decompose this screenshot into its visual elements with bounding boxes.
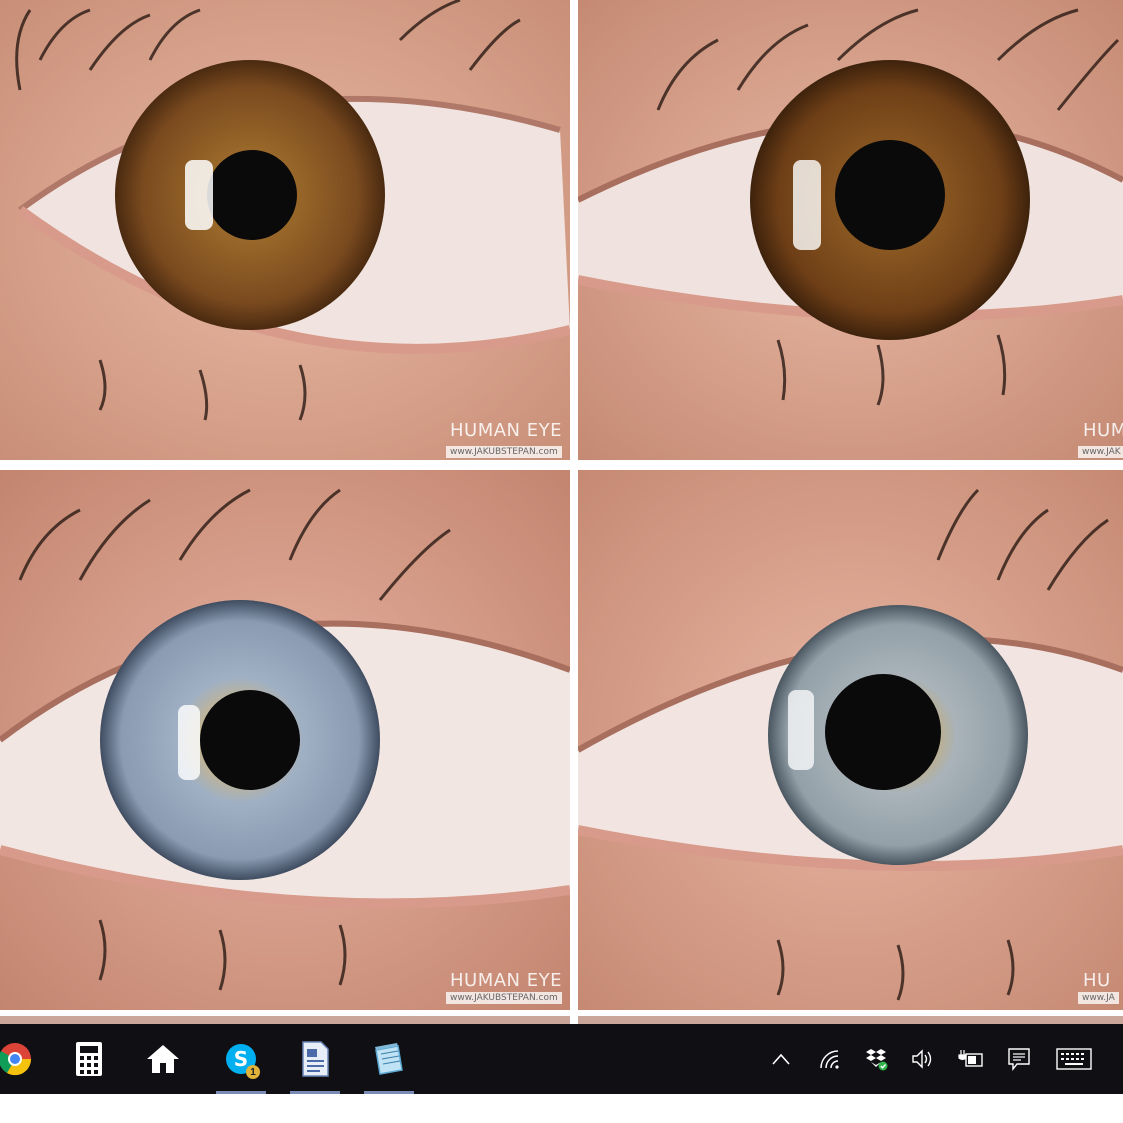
- tray-show-hidden-icons[interactable]: [766, 1044, 796, 1074]
- watermark-url: www.JAK: [1078, 446, 1123, 458]
- eye-photo-2: HUM www.JAK: [578, 0, 1123, 460]
- taskbar-app-chrome[interactable]: [0, 1024, 44, 1094]
- volume-icon: [912, 1049, 932, 1069]
- watermark-title: HU: [1083, 970, 1111, 991]
- calculator-icon: [76, 1042, 102, 1076]
- keyboard-icon: [1056, 1048, 1092, 1070]
- chrome-icon: [0, 1043, 32, 1076]
- eye-photo-3: HUMAN EYE www.JAKUBSTEPAN.com: [0, 470, 570, 1010]
- eye-photo-1: HUMAN EYE www.JAKUBSTEPAN.com: [0, 0, 570, 460]
- notepad-icon: [375, 1043, 403, 1075]
- home-icon: [147, 1045, 179, 1073]
- document-viewer-icon: [302, 1041, 329, 1077]
- battery-icon: [958, 1050, 983, 1067]
- wifi-icon: [820, 1050, 839, 1069]
- watermark-url: www.JAKUBSTEPAN.com: [446, 446, 562, 458]
- taskbar-app-notepad[interactable]: [360, 1024, 418, 1094]
- tray-volume[interactable]: [908, 1044, 938, 1074]
- watermark-title: HUMAN EYE: [450, 970, 562, 991]
- eye-image: [0, 470, 570, 1010]
- watermark-title: HUMAN EYE: [450, 420, 562, 441]
- watermark-url: www.JAKUBSTEPAN.com: [446, 992, 562, 1004]
- photo-strip-left: [0, 1016, 570, 1024]
- dropbox-icon: [866, 1049, 888, 1071]
- eye-photo-4: HU www.JA: [578, 470, 1123, 1010]
- taskbar: S 1: [0, 1024, 1123, 1094]
- taskbar-app-document-viewer[interactable]: [286, 1024, 344, 1094]
- tray-power[interactable]: [956, 1044, 986, 1074]
- notifications-icon: [1008, 1048, 1030, 1071]
- taskbar-app-skype[interactable]: S 1: [212, 1024, 270, 1094]
- tray-wifi[interactable]: [814, 1044, 844, 1074]
- watermark-title: HUM: [1083, 420, 1123, 441]
- eye-image: [578, 0, 1123, 460]
- watermark-url: www.JA: [1078, 992, 1119, 1004]
- tray-touch-keyboard[interactable]: [1054, 1044, 1094, 1074]
- tray-dropbox[interactable]: [862, 1044, 892, 1074]
- chevron-up-icon: [772, 1053, 790, 1065]
- taskbar-app-home[interactable]: [134, 1024, 192, 1094]
- eye-image: [0, 0, 570, 460]
- tray-action-center[interactable]: [1004, 1044, 1034, 1074]
- photo-strip-right: [578, 1016, 1123, 1024]
- taskbar-app-calculator[interactable]: [60, 1024, 118, 1094]
- skype-notification-badge: 1: [246, 1065, 260, 1079]
- eye-image: [578, 470, 1123, 1010]
